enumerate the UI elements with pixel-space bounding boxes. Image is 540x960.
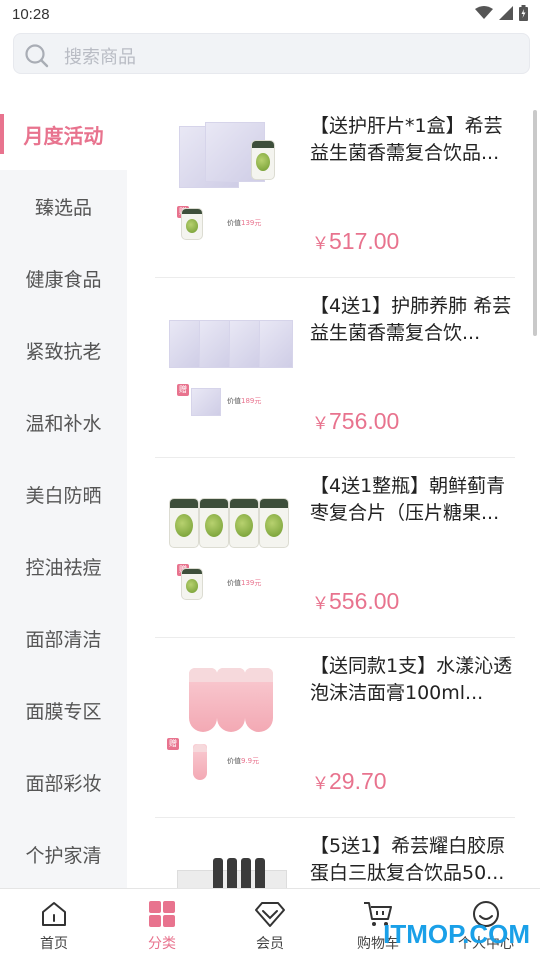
search-placeholder: 搜索商品 <box>64 47 136 68</box>
tab-home[interactable]: 首页 <box>0 889 108 960</box>
search-icon <box>25 44 49 68</box>
wifi-icon <box>475 6 493 19</box>
status-time: 10:28 <box>12 6 50 23</box>
product-card[interactable]: 【5送1】希芸耀白胶原蛋白三肽复合饮品50... <box>155 818 515 888</box>
sidebar-item-makeup[interactable]: 面部彩妆 <box>0 746 127 818</box>
product-card[interactable]: 赠 价值9.9元 【送同款1支】水漾沁透泡沫洁面膏100ml... ￥29.70 <box>155 638 515 818</box>
gift-value: 价值189元 <box>227 397 262 405</box>
product-name: 【送同款1支】水漾沁透泡沫洁面膏100ml... <box>310 655 513 704</box>
sidebar-item-label: 面部彩妆 <box>25 772 102 795</box>
status-icons <box>475 5 528 21</box>
tab-member[interactable]: 会员 <box>216 889 324 960</box>
tab-label: 首页 <box>40 936 68 952</box>
sidebar-item-label: 美白防晒 <box>25 484 102 507</box>
product-image: 赠 价值139元 <box>155 474 303 624</box>
product-name: 【5送1】希芸耀白胶原蛋白三肽复合饮品50... <box>310 835 506 884</box>
sidebar-item-label: 月度活动 <box>23 123 104 148</box>
sidebar-item-health-food[interactable]: 健康食品 <box>0 242 127 314</box>
home-icon <box>42 902 66 926</box>
sidebar-item-label: 面部清洁 <box>25 628 102 651</box>
sidebar-item-selected[interactable]: 臻选品 <box>0 170 127 242</box>
gift-value: 价值139元 <box>227 219 262 227</box>
status-bar: 10:28 <box>0 0 540 30</box>
product-image: 赠 价值9.9元 <box>155 654 303 804</box>
sidebar-item-whitening[interactable]: 美白防晒 <box>0 458 127 530</box>
gift-tag: 赠 <box>177 384 189 396</box>
sidebar-item-label: 健康食品 <box>25 268 102 291</box>
sidebar-item-label: 个护家清 <box>25 844 102 867</box>
product-list: 赠 价值139元 【送护肝片*1盒】希芸益生菌香薷复合饮品... ￥517.00… <box>127 98 540 888</box>
gift-value: 价值9.9元 <box>227 757 260 765</box>
product-name: 【4送1整瓶】朝鲜蓟青枣复合片（压片糖果... <box>310 475 506 524</box>
search-bar[interactable]: 搜索商品 <box>13 33 530 74</box>
product-image: 赠 价值189元 <box>155 294 303 444</box>
product-card[interactable]: 赠 价值139元 【送护肝片*1盒】希芸益生菌香薷复合饮品... ￥517.00 <box>155 98 515 278</box>
product-card[interactable]: 赠 价值139元 【4送1整瓶】朝鲜蓟青枣复合片（压片糖果... ￥556.00 <box>155 458 515 638</box>
product-name: 【送护肝片*1盒】希芸益生菌香薷复合饮品... <box>310 115 503 164</box>
sidebar-item-label: 面膜专区 <box>25 700 102 723</box>
tab-category[interactable]: 分类 <box>108 889 216 960</box>
product-price: ￥556.00 <box>312 588 400 614</box>
tab-label: 会员 <box>256 936 284 952</box>
sidebar-item-masks[interactable]: 面膜专区 <box>0 674 127 746</box>
diamond-icon <box>255 902 285 927</box>
battery-icon <box>519 5 528 21</box>
product-image <box>155 834 303 888</box>
gift-value: 价值139元 <box>227 579 262 587</box>
category-sidebar: 月度活动 臻选品 健康食品 紧致抗老 温和补水 美白防晒 控油祛痘 面部清洁 面… <box>0 98 127 888</box>
sidebar-item-hydrating[interactable]: 温和补水 <box>0 386 127 458</box>
sidebar-item-label: 臻选品 <box>34 196 92 219</box>
sidebar-item-firming[interactable]: 紧致抗老 <box>0 314 127 386</box>
gift-tag: 赠 <box>167 738 179 750</box>
product-image: 赠 价值139元 <box>155 114 303 264</box>
sidebar-item-label: 紧致抗老 <box>25 340 102 363</box>
product-card[interactable]: 赠 价值189元 【4送1】护肺养肺 希芸益生菌香薷复合饮... ￥756.00 <box>155 278 515 458</box>
product-price: ￥517.00 <box>312 228 400 254</box>
scrollbar[interactable] <box>533 110 537 336</box>
sidebar-item-label: 控油祛痘 <box>25 556 102 579</box>
sidebar-item-cleansing[interactable]: 面部清洁 <box>0 602 127 674</box>
product-price: ￥29.70 <box>312 768 387 794</box>
tab-label: 分类 <box>148 936 176 952</box>
sidebar-item-label: 温和补水 <box>25 412 102 435</box>
sidebar-item-monthly-events[interactable]: 月度活动 <box>0 98 127 170</box>
grid-icon <box>149 901 175 927</box>
sidebar-item-oil-control[interactable]: 控油祛痘 <box>0 530 127 602</box>
product-name: 【4送1】护肺养肺 希芸益生菌香薷复合饮... <box>310 295 512 344</box>
sidebar-item-personal-care[interactable]: 个护家清 <box>0 818 127 888</box>
signal-icon <box>499 6 513 20</box>
watermark-logo: ITMOP.COM <box>383 919 530 949</box>
product-price: ￥756.00 <box>312 408 400 434</box>
